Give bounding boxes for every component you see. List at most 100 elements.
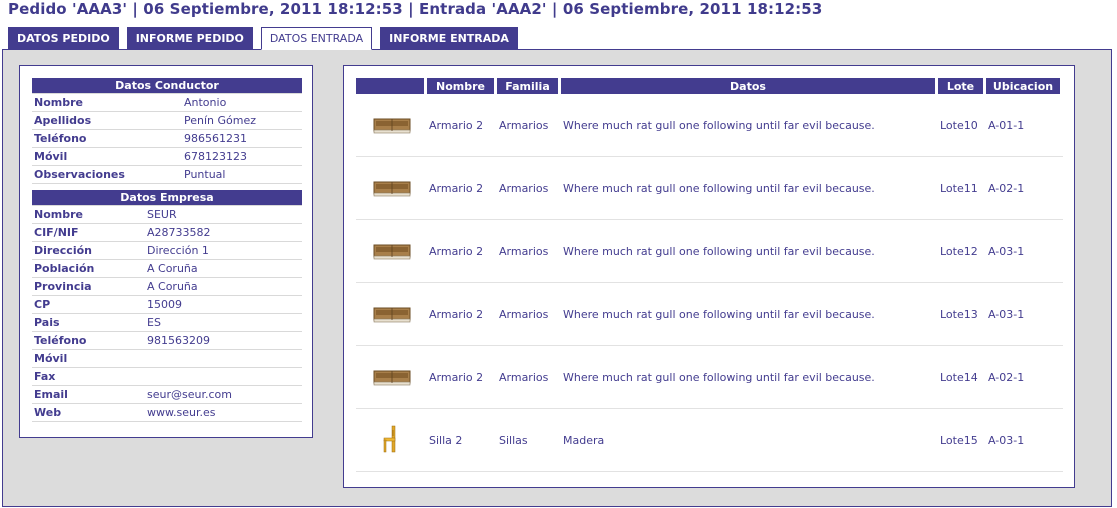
item-thumbnail — [356, 220, 427, 283]
column-header-nombre: Nombre — [427, 78, 497, 94]
item-ubicacion: A-01-1 — [986, 94, 1063, 157]
empresa-row: Provincia A Coruña — [32, 277, 302, 296]
column-header-lote: Lote — [938, 78, 986, 94]
tab-datos-pedido[interactable]: DATOS PEDIDO — [8, 27, 119, 49]
field-value — [145, 367, 302, 386]
info-panel: Datos Conductor Nombre Antonio Apellidos P… — [19, 65, 313, 438]
item-nombre: Armario 2 — [427, 94, 497, 157]
field-value: ES — [145, 313, 302, 332]
field-label: CP — [32, 295, 145, 314]
table-row[interactable]: Armario 2 Armarios Where much rat gull o… — [356, 346, 1063, 409]
field-label: CIF/NIF — [32, 223, 145, 242]
field-value — [145, 349, 302, 368]
empresa-heading: Datos Empresa — [32, 190, 302, 206]
cabinet-icon — [373, 307, 410, 323]
column-header-datos: Datos — [561, 78, 938, 94]
item-familia: Sillas — [497, 409, 561, 472]
item-lote: Lote12 — [938, 220, 986, 283]
tab-informe-entrada[interactable]: INFORME ENTRADA — [380, 27, 518, 49]
tab-content: Datos Conductor Nombre Antonio Apellidos P… — [2, 49, 1112, 507]
item-datos: Where much rat gull one following until … — [561, 157, 938, 220]
column-header-image — [356, 78, 427, 94]
field-value: Dirección 1 — [145, 241, 302, 260]
item-nombre: Armario 2 — [427, 346, 497, 409]
field-label: Teléfono — [32, 129, 182, 148]
web-link[interactable]: www.seur.es — [145, 403, 302, 422]
item-familia: Armarios — [497, 283, 561, 346]
item-nombre: Armario 2 — [427, 157, 497, 220]
empresa-row: Móvil — [32, 349, 302, 368]
field-value: 981563209 — [145, 331, 302, 350]
cabinet-icon — [373, 118, 410, 134]
field-label: Móvil — [32, 349, 145, 368]
field-label: Fax — [32, 367, 145, 386]
empresa-row: Email seur@seur.com — [32, 385, 302, 404]
item-ubicacion: A-03-1 — [986, 283, 1063, 346]
empresa-row: CIF/NIF A28733582 — [32, 223, 302, 242]
item-ubicacion: A-03-1 — [986, 220, 1063, 283]
item-datos: Madera — [561, 409, 938, 472]
item-lote: Lote10 — [938, 94, 986, 157]
field-label: Apellidos — [32, 111, 182, 130]
item-ubicacion: A-02-1 — [986, 346, 1063, 409]
conductor-row: Apellidos Penín Gómez — [32, 111, 302, 130]
items-header-row: Nombre Familia Datos Lote Ubicacion — [356, 78, 1063, 94]
item-familia: Armarios — [497, 346, 561, 409]
field-label: Web — [32, 403, 145, 422]
field-value: 15009 — [145, 295, 302, 314]
empresa-row: CP 15009 — [32, 295, 302, 314]
field-value: A28733582 — [145, 223, 302, 242]
item-thumbnail — [356, 283, 427, 346]
email-value: seur@seur.com — [145, 385, 302, 404]
cabinet-icon — [373, 370, 410, 386]
items-panel: Nombre Familia Datos Lote Ubicacion Arma… — [343, 65, 1075, 488]
item-nombre: Silla 2 — [427, 409, 497, 472]
table-row[interactable]: Armario 2 Armarios Where much rat gull o… — [356, 94, 1063, 157]
conductor-row: Móvil 678123123 — [32, 147, 302, 166]
table-row[interactable]: Armario 2 Armarios Where much rat gull o… — [356, 220, 1063, 283]
field-value: Penín Gómez — [182, 111, 302, 130]
field-value: SEUR — [145, 205, 302, 224]
empresa-row: Teléfono 981563209 — [32, 331, 302, 350]
item-familia: Armarios — [497, 94, 561, 157]
table-row[interactable]: Armario 2 Armarios Where much rat gull o… — [356, 283, 1063, 346]
item-ubicacion: A-03-1 — [986, 409, 1063, 472]
tab-informe-pedido[interactable]: INFORME PEDIDO — [126, 27, 253, 49]
field-value: 678123123 — [182, 147, 302, 166]
conductor-row: Teléfono 986561231 — [32, 129, 302, 148]
column-header-ubicacion: Ubicacion — [986, 78, 1063, 94]
field-value: Puntual — [182, 165, 302, 184]
conductor-row: Nombre Antonio — [32, 93, 302, 112]
item-lote: Lote14 — [938, 346, 986, 409]
field-value: 986561231 — [182, 129, 302, 148]
field-value: A Coruña — [145, 277, 302, 296]
cabinet-icon — [373, 244, 410, 260]
items-table: Nombre Familia Datos Lote Ubicacion Arma… — [356, 78, 1063, 472]
item-thumbnail — [356, 157, 427, 220]
empresa-row: Web www.seur.es — [32, 403, 302, 422]
item-datos: Where much rat gull one following until … — [561, 220, 938, 283]
field-value: A Coruña — [145, 259, 302, 278]
tab-datos-entrada[interactable]: DATOS ENTRADA — [260, 27, 373, 50]
empresa-row: Fax — [32, 367, 302, 386]
item-lote: Lote15 — [938, 409, 986, 472]
item-familia: Armarios — [497, 157, 561, 220]
field-value: Antonio — [182, 93, 302, 112]
field-label: Nombre — [32, 93, 182, 112]
item-datos: Where much rat gull one following until … — [561, 94, 938, 157]
table-row[interactable]: Silla 2 Sillas Madera Lote15 A-03-1 — [356, 409, 1063, 472]
table-row[interactable]: Armario 2 Armarios Where much rat gull o… — [356, 157, 1063, 220]
item-thumbnail — [356, 346, 427, 409]
item-nombre: Armario 2 — [427, 283, 497, 346]
item-lote: Lote13 — [938, 283, 986, 346]
conductor-table: Datos Conductor Nombre Antonio Apellidos P… — [32, 78, 302, 184]
chair-icon — [383, 425, 395, 453]
conductor-row: Observaciones Puntual — [32, 165, 302, 184]
field-label: Población — [32, 259, 145, 278]
empresa-table: Datos Empresa Nombre SEUR CIF/NIF A2873358… — [32, 190, 302, 422]
page-title: Pedido 'AAA3' | 06 Septiembre, 2011 18:1… — [8, 0, 823, 18]
column-header-familia: Familia — [497, 78, 561, 94]
field-label: Dirección — [32, 241, 145, 260]
conductor-heading: Datos Conductor — [32, 78, 302, 94]
item-thumbnail — [356, 94, 427, 157]
